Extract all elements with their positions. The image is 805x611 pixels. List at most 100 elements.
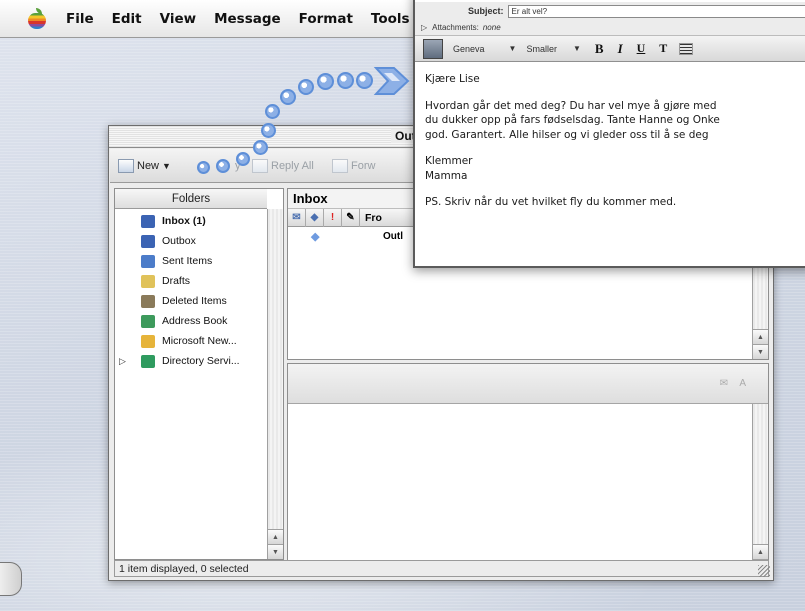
disk-icon[interactable] [0, 562, 22, 596]
chevron-down-icon[interactable]: ▼ [162, 161, 171, 171]
callout-dot [356, 72, 373, 89]
preview-scrollbar[interactable]: ▲ ▼ [752, 404, 768, 574]
folders-scrollbar[interactable]: ▲ ▼ [267, 209, 283, 559]
drafts-icon [141, 274, 155, 288]
menu-format[interactable]: Format [299, 11, 353, 27]
bold-button[interactable]: B [595, 41, 604, 57]
body-sign-1: Klemmer [425, 155, 473, 167]
font-size-value: Smaller [526, 43, 557, 54]
folder-sent-items[interactable]: Sent Items [115, 251, 265, 271]
inbox-icon [141, 214, 155, 228]
preview-pane: ✉ A ▲ ▼ [287, 363, 769, 575]
priority-column-icon[interactable]: ◆ [306, 208, 324, 227]
attachment-column-icon[interactable]: ✎ [342, 208, 360, 227]
align-left-icon[interactable] [679, 42, 694, 55]
scroll-down-arrow-icon[interactable]: ▼ [753, 344, 768, 359]
message-body[interactable]: Kjære Lise Hvordan går det med deg? Du h… [425, 72, 805, 210]
reply-all-icon [252, 159, 268, 173]
new-button-label: New [137, 160, 160, 172]
scroll-up-arrow-icon[interactable]: ▲ [268, 529, 283, 544]
reply-all-label: Reply All [271, 160, 314, 172]
scroll-up-arrow-icon[interactable]: ▲ [753, 544, 768, 559]
font-size-select[interactable]: Smaller ▼ [526, 44, 580, 54]
callout-dot [280, 89, 296, 105]
attachments-value: none [482, 23, 501, 32]
menu-file[interactable]: File [66, 11, 94, 27]
attachments-row: ▷ Attachments: none [415, 20, 805, 36]
format-palette-icon[interactable] [423, 38, 443, 59]
body-ps: PS. Skriv når du vet hvilket fly du komm… [425, 196, 677, 208]
callout-dot [298, 79, 314, 95]
menu-tools[interactable]: Tools [371, 11, 410, 27]
folder-sent-label: Sent Items [162, 255, 213, 267]
underline-button[interactable]: U [637, 41, 646, 56]
folder-inbox-label: Inbox (1) [162, 215, 206, 227]
formatting-toolbar: Geneva ▼ Smaller ▼ B I U T [415, 36, 805, 62]
subject-field[interactable]: Er alt vel? [507, 4, 805, 18]
folders-pane: Folders Inbox (1) Outbox Sent Items Draf… [114, 188, 284, 560]
trash-icon [141, 294, 155, 308]
folder-news-label: Microsoft New... [162, 335, 237, 347]
message-icon: ✉ [719, 378, 728, 389]
sent-items-icon [141, 254, 155, 268]
folder-drafts[interactable]: Drafts [115, 271, 265, 291]
folder-microsoft-news[interactable]: Microsoft New... [115, 331, 265, 351]
callout-dot [317, 73, 334, 90]
callout-arrowhead-icon [373, 67, 410, 95]
scroll-down-arrow-icon[interactable]: ▼ [268, 544, 283, 559]
body-line-1: Hvordan går det med deg? Du har vel mye … [425, 99, 717, 112]
folder-outbox[interactable]: Outbox [115, 231, 265, 251]
body-line-2: du dukker opp på fars fødselsdag. Tante … [425, 114, 720, 126]
resize-grip-icon[interactable] [758, 565, 770, 577]
menu-message[interactable]: Message [214, 11, 281, 27]
unread-icon: ◆ [311, 230, 320, 243]
forward-icon [332, 159, 348, 173]
folders-header[interactable]: Folders [115, 189, 267, 209]
compose-window: Subject: Er alt vel? ▷ Attachments: none… [413, 0, 805, 268]
forward-button[interactable]: Forw [332, 156, 375, 176]
status-text: 1 item displayed, 0 selected [119, 562, 249, 575]
text-style-button[interactable]: T [659, 41, 667, 56]
body-sign-2: Mamma [425, 169, 468, 182]
message-sender: Outl [383, 230, 403, 242]
apple-menu-icon[interactable] [26, 7, 48, 30]
folder-directory-label: Directory Servi... [162, 355, 240, 367]
reply-button[interactable]: y [235, 156, 241, 176]
status-bar: 1 item displayed, 0 selected [114, 560, 769, 577]
outbox-icon [141, 234, 155, 248]
chevron-down-icon: ▼ [508, 44, 517, 53]
menu-view[interactable]: View [160, 11, 196, 27]
folder-drafts-label: Drafts [162, 275, 191, 287]
italic-button[interactable]: I [618, 41, 623, 57]
body-greeting: Kjære Lise [425, 73, 480, 85]
flag-column-icon[interactable]: ! [324, 208, 342, 227]
body-line-3: god. Garantert. Alle hilser og vi gleder… [425, 128, 709, 141]
from-column-header[interactable]: Fro [360, 209, 382, 227]
font-name-value: Geneva [453, 43, 485, 54]
folder-list: Inbox (1) Outbox Sent Items Drafts Delet… [115, 211, 265, 371]
callout-dot [265, 104, 280, 119]
folder-directory-services[interactable]: ▷ Directory Servi... [115, 351, 265, 371]
menu-edit[interactable]: Edit [112, 11, 142, 27]
font-size-icon: A [739, 378, 746, 389]
folder-address-book[interactable]: Address Book [115, 311, 265, 331]
callout-dot [337, 72, 354, 89]
subject-row: Subject: Er alt vel? [415, 2, 805, 20]
disclosure-triangle-icon[interactable]: ▷ [119, 356, 126, 367]
new-button[interactable]: New ▼ [118, 156, 171, 176]
new-message-icon [118, 159, 134, 173]
folder-deleted-items[interactable]: Deleted Items [115, 291, 265, 311]
reply-all-button[interactable]: Reply All [252, 156, 314, 176]
folder-address-label: Address Book [162, 315, 228, 327]
status-column-icon[interactable]: ✉ [288, 208, 306, 227]
preview-header: ✉ A [288, 364, 768, 404]
scroll-up-arrow-icon[interactable]: ▲ [753, 329, 768, 344]
reply-button-label: y [235, 160, 241, 172]
attachments-label: Attachments: [432, 23, 479, 32]
address-book-icon [141, 314, 155, 328]
folder-inbox[interactable]: Inbox (1) [115, 211, 265, 231]
font-name-select[interactable]: Geneva ▼ [453, 44, 516, 54]
attachments-disclosure-icon[interactable]: ▷ [421, 23, 427, 32]
subject-label: Subject: [468, 6, 504, 16]
folder-deleted-label: Deleted Items [162, 295, 227, 307]
